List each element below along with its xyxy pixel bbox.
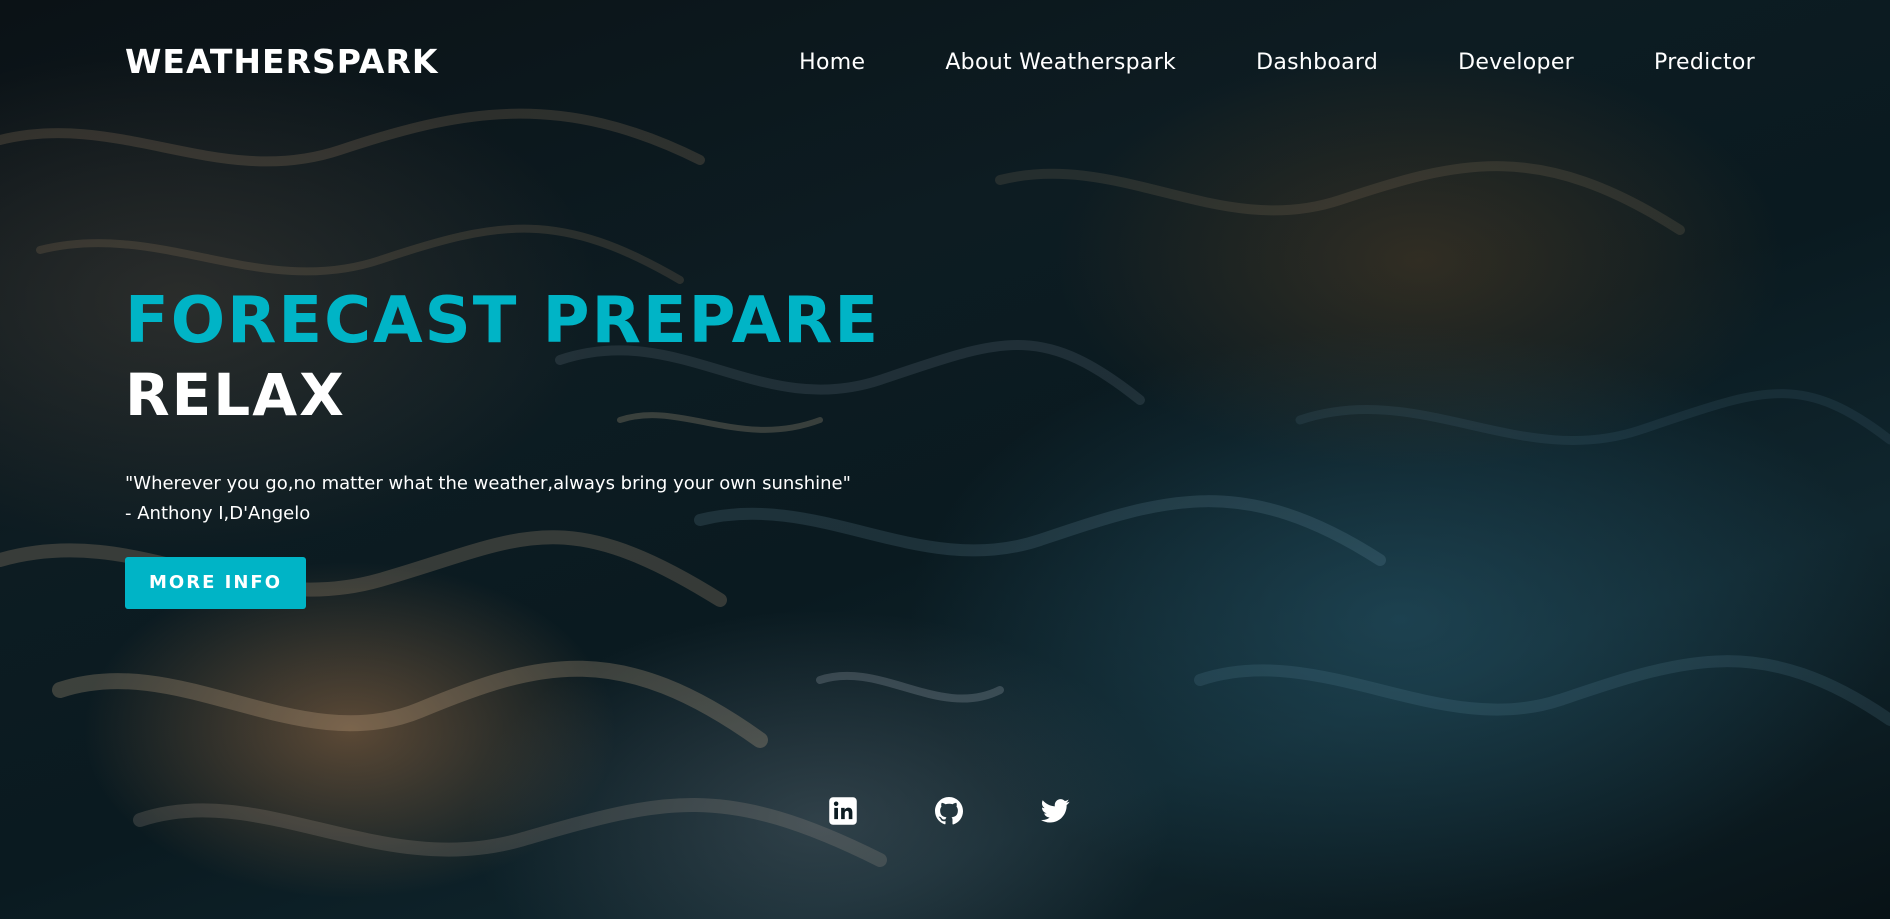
social-links <box>828 796 1070 826</box>
hero-headline-accent: FORECAST PREPARE <box>125 284 881 358</box>
main-nav: Home About Weatherspark Dashboard Develo… <box>799 50 1755 75</box>
landing-page: WEATHERSPARK Home About Weatherspark Das… <box>0 0 1890 919</box>
quote-text: "Wherever you go,no matter what the weat… <box>125 473 851 494</box>
linkedin-link[interactable] <box>828 796 858 826</box>
nav-link-predictor[interactable]: Predictor <box>1654 50 1755 75</box>
github-icon <box>935 797 963 825</box>
quote-author: - Anthony I,D'Angelo <box>125 503 311 524</box>
nav-link-developer[interactable]: Developer <box>1458 50 1574 75</box>
linkedin-icon <box>829 797 857 825</box>
github-link[interactable] <box>934 796 964 826</box>
twitter-icon <box>1040 799 1070 823</box>
nav-link-about[interactable]: About Weatherspark <box>945 50 1176 75</box>
hero-quote: "Wherever you go,no matter what the weat… <box>125 469 880 529</box>
hero-section: FORECAST PREPARE RELAX "Wherever you go,… <box>125 285 880 609</box>
nav-link-home[interactable]: Home <box>799 50 865 75</box>
twitter-link[interactable] <box>1040 796 1070 826</box>
nav-link-dashboard[interactable]: Dashboard <box>1256 50 1378 75</box>
more-info-button[interactable]: MORE INFO <box>125 557 306 609</box>
hero-headline-relax: RELAX <box>125 361 346 429</box>
site-logo[interactable]: WEATHERSPARK <box>125 42 438 81</box>
